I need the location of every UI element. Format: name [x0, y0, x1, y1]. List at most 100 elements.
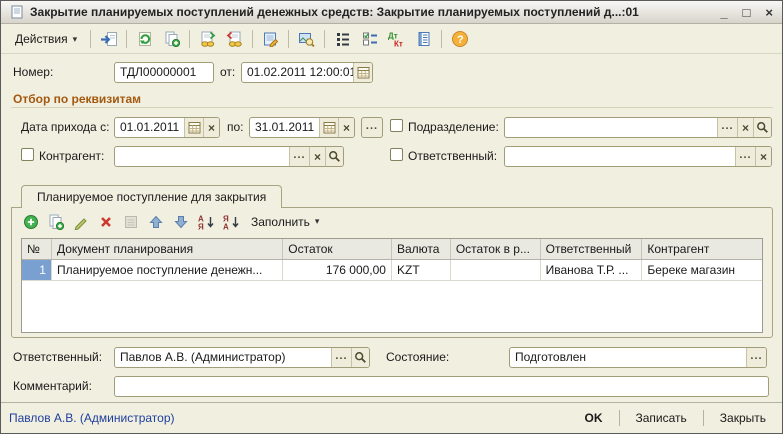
- counterparty-field[interactable]: ... ×: [114, 146, 344, 167]
- structure-button[interactable]: [330, 28, 355, 51]
- date-to-field[interactable]: 31.01.2011 ×: [249, 117, 355, 138]
- calendar-button[interactable]: [184, 118, 203, 137]
- calendar-button[interactable]: [319, 118, 338, 137]
- select-button[interactable]: ...: [746, 348, 766, 367]
- counterparty-value[interactable]: [115, 147, 289, 166]
- refresh-button[interactable]: [132, 28, 157, 51]
- lookup-button[interactable]: [325, 147, 343, 166]
- add-icon: [23, 214, 39, 230]
- date-from-field[interactable]: 01.01.2011 ×: [114, 117, 220, 138]
- sort-asc-button[interactable]: АЯ: [195, 211, 216, 232]
- journal-edit-button[interactable]: [258, 28, 283, 51]
- responsible-value[interactable]: Павлов А.В. (Администратор): [115, 348, 331, 367]
- responsible-filter-value[interactable]: [505, 147, 735, 166]
- main-toolbar: Действия ▾ ДтКт ?: [1, 25, 782, 54]
- delete-row-button[interactable]: [95, 211, 116, 232]
- column-header-counterparty: Контрагент: [642, 239, 762, 259]
- responsible-cell[interactable]: Иванова Т.Р. ...: [541, 260, 643, 280]
- responsible-filter-checkbox[interactable]: [390, 148, 403, 161]
- clear-button[interactable]: ×: [309, 147, 325, 166]
- state-field[interactable]: Подготовлен ...: [509, 347, 767, 368]
- responsible-filter-field[interactable]: ... ×: [504, 146, 772, 167]
- comment-value[interactable]: [115, 377, 768, 396]
- svg-text:?: ?: [457, 34, 464, 46]
- checklist-button[interactable]: [357, 28, 382, 51]
- actions-menu-button[interactable]: Действия ▾: [7, 29, 85, 49]
- clear-button[interactable]: ×: [203, 118, 219, 137]
- end-edit-button[interactable]: [120, 211, 141, 232]
- move-down-button[interactable]: [170, 211, 191, 232]
- document-window: Закрытие планируемых поступлений денежны…: [0, 0, 783, 434]
- report-button[interactable]: [411, 28, 436, 51]
- delete-icon: [98, 214, 114, 230]
- department-checkbox[interactable]: [390, 119, 403, 132]
- move-up-icon: [148, 214, 164, 230]
- copy-row-button[interactable]: [45, 211, 66, 232]
- debit-credit-button[interactable]: ДтКт: [384, 28, 409, 51]
- clear-button[interactable]: ×: [338, 118, 354, 137]
- maximize-button[interactable]: □: [743, 6, 751, 19]
- post-icon: [199, 31, 216, 47]
- write-button[interactable]: Записать: [628, 409, 695, 427]
- fill-menu-button[interactable]: Заполнить ▾: [245, 213, 325, 231]
- datetime-value[interactable]: 01.02.2011 12:00:01: [242, 63, 353, 82]
- date-from-value[interactable]: 01.01.2011: [115, 118, 184, 137]
- post-button[interactable]: [195, 28, 220, 51]
- select-button[interactable]: ...: [717, 118, 737, 137]
- edit-row-button[interactable]: [70, 211, 91, 232]
- dropdown-arrow-icon: ▾: [73, 34, 78, 45]
- close-form-button[interactable]: Закрыть: [712, 409, 774, 427]
- copy-button[interactable]: [159, 28, 184, 51]
- doc-cell[interactable]: Планируемое поступление денежн...: [52, 260, 283, 280]
- structure-icon: [335, 31, 351, 47]
- number-field[interactable]: ТДЛ00000001: [114, 62, 214, 83]
- select-button[interactable]: ...: [331, 348, 351, 367]
- sort-desc-button[interactable]: ЯА: [220, 211, 241, 232]
- preview-button[interactable]: [294, 28, 319, 51]
- toolbar-separator: [126, 30, 127, 48]
- svg-text:Я: Я: [198, 222, 204, 230]
- lookup-button[interactable]: [753, 118, 771, 137]
- currency-cell[interactable]: KZT: [392, 260, 451, 280]
- calendar-icon: [357, 66, 370, 79]
- move-up-button[interactable]: [145, 211, 166, 232]
- select-button[interactable]: ...: [289, 147, 309, 166]
- document-icon: [10, 5, 24, 19]
- state-value[interactable]: Подготовлен: [510, 348, 746, 367]
- clear-button[interactable]: ×: [755, 147, 771, 166]
- counterparty-cell[interactable]: Береке магазин: [642, 260, 762, 280]
- select-button[interactable]: ...: [735, 147, 755, 166]
- column-header-balance-reg: Остаток в р...: [451, 239, 541, 259]
- add-row-button[interactable]: [20, 211, 41, 232]
- debit-credit-icon: ДтКт: [387, 31, 407, 47]
- counterparty-checkbox[interactable]: [21, 148, 34, 161]
- fill-label: Заполнить: [251, 215, 310, 229]
- date-to-value[interactable]: 31.01.2011: [250, 118, 319, 137]
- balance-reg-cell[interactable]: [451, 260, 541, 280]
- actions-label: Действия: [15, 32, 68, 46]
- save-button[interactable]: [96, 28, 121, 51]
- clear-button[interactable]: ×: [737, 118, 753, 137]
- unpost-button[interactable]: [222, 28, 247, 51]
- row-number-cell[interactable]: 1: [22, 260, 52, 280]
- table-row[interactable]: 1 Планируемое поступление денежн... 176 …: [22, 260, 762, 281]
- date-ellipsis-button[interactable]: ...: [361, 117, 383, 138]
- responsible-field[interactable]: Павлов А.В. (Администратор) ...: [114, 347, 370, 368]
- statusbar-separator: [619, 410, 620, 426]
- help-button[interactable]: ?: [447, 28, 472, 51]
- balance-cell[interactable]: 176 000,00: [283, 260, 392, 280]
- ok-button[interactable]: OK: [577, 409, 611, 427]
- refresh-icon: [137, 31, 153, 47]
- comment-field[interactable]: [114, 376, 769, 397]
- number-value[interactable]: ТДЛ00000001: [115, 63, 213, 82]
- lookup-button[interactable]: [351, 348, 369, 367]
- unpost-icon: [226, 31, 243, 47]
- tab-planned-receipt[interactable]: Планируемое поступление для закрытия: [21, 185, 282, 208]
- calendar-button[interactable]: [353, 63, 372, 82]
- department-label: Подразделение:: [408, 120, 499, 134]
- department-value[interactable]: [505, 118, 717, 137]
- minimize-button[interactable]: _: [720, 6, 727, 19]
- department-field[interactable]: ... ×: [504, 117, 772, 138]
- close-button[interactable]: ×: [765, 6, 773, 19]
- datetime-field[interactable]: 01.02.2011 12:00:01: [241, 62, 373, 83]
